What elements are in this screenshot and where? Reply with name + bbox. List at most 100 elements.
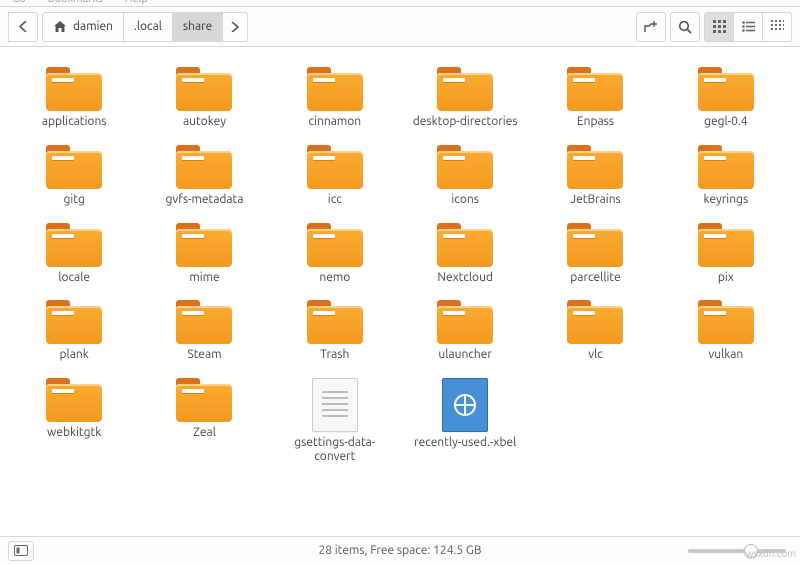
- crumb-share-label: share: [183, 20, 212, 33]
- folder-icon: [698, 300, 754, 344]
- item-label: Nextcloud: [437, 271, 493, 285]
- crumb-local[interactable]: .local: [123, 12, 173, 42]
- item-label: icons: [451, 193, 479, 207]
- folder-icon: [437, 300, 493, 344]
- item-label: plank: [60, 348, 89, 362]
- folder-item[interactable]: locale: [10, 219, 138, 289]
- folder-icon: [176, 67, 232, 111]
- item-label: JetBrains: [570, 193, 621, 207]
- folder-icon: [176, 300, 232, 344]
- view-compact-button[interactable]: [762, 12, 792, 42]
- folder-icon: [176, 223, 232, 267]
- item-label: Enpass: [577, 115, 614, 129]
- folder-item[interactable]: parcellite: [531, 219, 659, 289]
- folder-item[interactable]: vulkan: [662, 296, 790, 366]
- folder-item[interactable]: icc: [271, 141, 399, 211]
- folder-item[interactable]: ulauncher: [401, 296, 529, 366]
- folder-icon: [437, 67, 493, 111]
- item-label: vlc: [588, 348, 603, 362]
- folder-item[interactable]: keyrings: [662, 141, 790, 211]
- search-button[interactable]: [670, 12, 700, 42]
- folder-icon: [46, 145, 102, 189]
- status-text: 28 items, Free space: 124.5 GB: [318, 544, 481, 557]
- folder-item[interactable]: applications: [10, 63, 138, 133]
- item-label: nemo: [319, 271, 350, 285]
- item-label: icc: [328, 193, 342, 207]
- folder-item[interactable]: autokey: [140, 63, 268, 133]
- folder-icon: [567, 67, 623, 111]
- statusbar: 28 items, Free space: 124.5 GB: [0, 536, 800, 564]
- folder-item[interactable]: nemo: [271, 219, 399, 289]
- folder-item[interactable]: gegl-0.4: [662, 63, 790, 133]
- crumb-home-label: damien: [73, 20, 113, 33]
- folder-icon: [567, 223, 623, 267]
- folder-icon: [698, 145, 754, 189]
- view-list-button[interactable]: [733, 12, 763, 42]
- folder-item[interactable]: cinnamon: [271, 63, 399, 133]
- item-label: gegl-0.4: [704, 115, 748, 129]
- folder-icon: [176, 145, 232, 189]
- search-icon: [678, 20, 692, 34]
- folder-item[interactable]: webkitgtk: [10, 374, 138, 468]
- new-tab-button[interactable]: [636, 12, 666, 42]
- folder-item[interactable]: icons: [401, 141, 529, 211]
- chevron-left-icon: [19, 21, 28, 32]
- folder-icon: [437, 223, 493, 267]
- item-label: gsettings-data-convert: [280, 436, 390, 464]
- folder-icon: [567, 145, 623, 189]
- web-file-icon: [442, 378, 488, 432]
- menu-bookmarks[interactable]: Bookmarks: [48, 0, 103, 5]
- item-label: Steam: [187, 348, 221, 362]
- menu-help[interactable]: Help: [125, 0, 148, 5]
- item-label: desktop-directories: [413, 115, 518, 129]
- crumb-share[interactable]: share: [172, 12, 223, 42]
- item-label: Trash: [320, 348, 349, 362]
- compact-icon: [771, 20, 784, 33]
- folder-icon: [46, 378, 102, 422]
- folder-item[interactable]: mime: [140, 219, 268, 289]
- pathbar: damien .local share: [42, 12, 248, 42]
- item-label: webkitgtk: [47, 426, 101, 440]
- item-label: parcellite: [570, 271, 620, 285]
- folder-item[interactable]: pix: [662, 219, 790, 289]
- item-label: autokey: [183, 115, 226, 129]
- item-label: gvfs-metadata: [166, 193, 244, 207]
- folder-item[interactable]: Zeal: [140, 374, 268, 468]
- folder-item[interactable]: gvfs-metadata: [140, 141, 268, 211]
- file-grid[interactable]: applications autokey cinnamon desktop-direc…: [0, 47, 800, 536]
- folder-item[interactable]: plank: [10, 296, 138, 366]
- sidebar-toggle-icon: [14, 545, 28, 556]
- folder-icon: [567, 300, 623, 344]
- view-icons-button[interactable]: [704, 12, 734, 42]
- folder-item[interactable]: Trash: [271, 296, 399, 366]
- folder-icon: [437, 145, 493, 189]
- folder-item[interactable]: Steam: [140, 296, 268, 366]
- crumb-local-label: .local: [134, 20, 162, 33]
- folder-icon: [46, 300, 102, 344]
- folder-item[interactable]: desktop-directories: [401, 63, 529, 133]
- file-item[interactable]: recently-used.-xbel: [401, 374, 529, 468]
- file-item[interactable]: gsettings-data-convert: [271, 374, 399, 468]
- folder-item[interactable]: Nextcloud: [401, 219, 529, 289]
- folder-icon: [698, 223, 754, 267]
- folder-item[interactable]: vlc: [531, 296, 659, 366]
- folder-item[interactable]: JetBrains: [531, 141, 659, 211]
- folder-item[interactable]: gitg: [10, 141, 138, 211]
- menu-go[interactable]: Go: [12, 0, 26, 5]
- menubar: Go Bookmarks Help: [0, 0, 800, 7]
- folder-item[interactable]: Enpass: [531, 63, 659, 133]
- item-label: applications: [42, 115, 107, 129]
- crumb-forward[interactable]: [222, 12, 248, 42]
- back-button[interactable]: [8, 12, 38, 42]
- sidebar-toggle-button[interactable]: [8, 541, 34, 561]
- folder-icon: [307, 145, 363, 189]
- folder-icon: [307, 223, 363, 267]
- text-file-icon: [312, 378, 358, 432]
- item-label: vulkan: [708, 348, 743, 362]
- folder-icon: [698, 67, 754, 111]
- folder-icon: [307, 67, 363, 111]
- grid-icon: [713, 20, 726, 33]
- folder-icon: [46, 223, 102, 267]
- crumb-home[interactable]: damien: [42, 12, 124, 42]
- folder-icon: [46, 67, 102, 111]
